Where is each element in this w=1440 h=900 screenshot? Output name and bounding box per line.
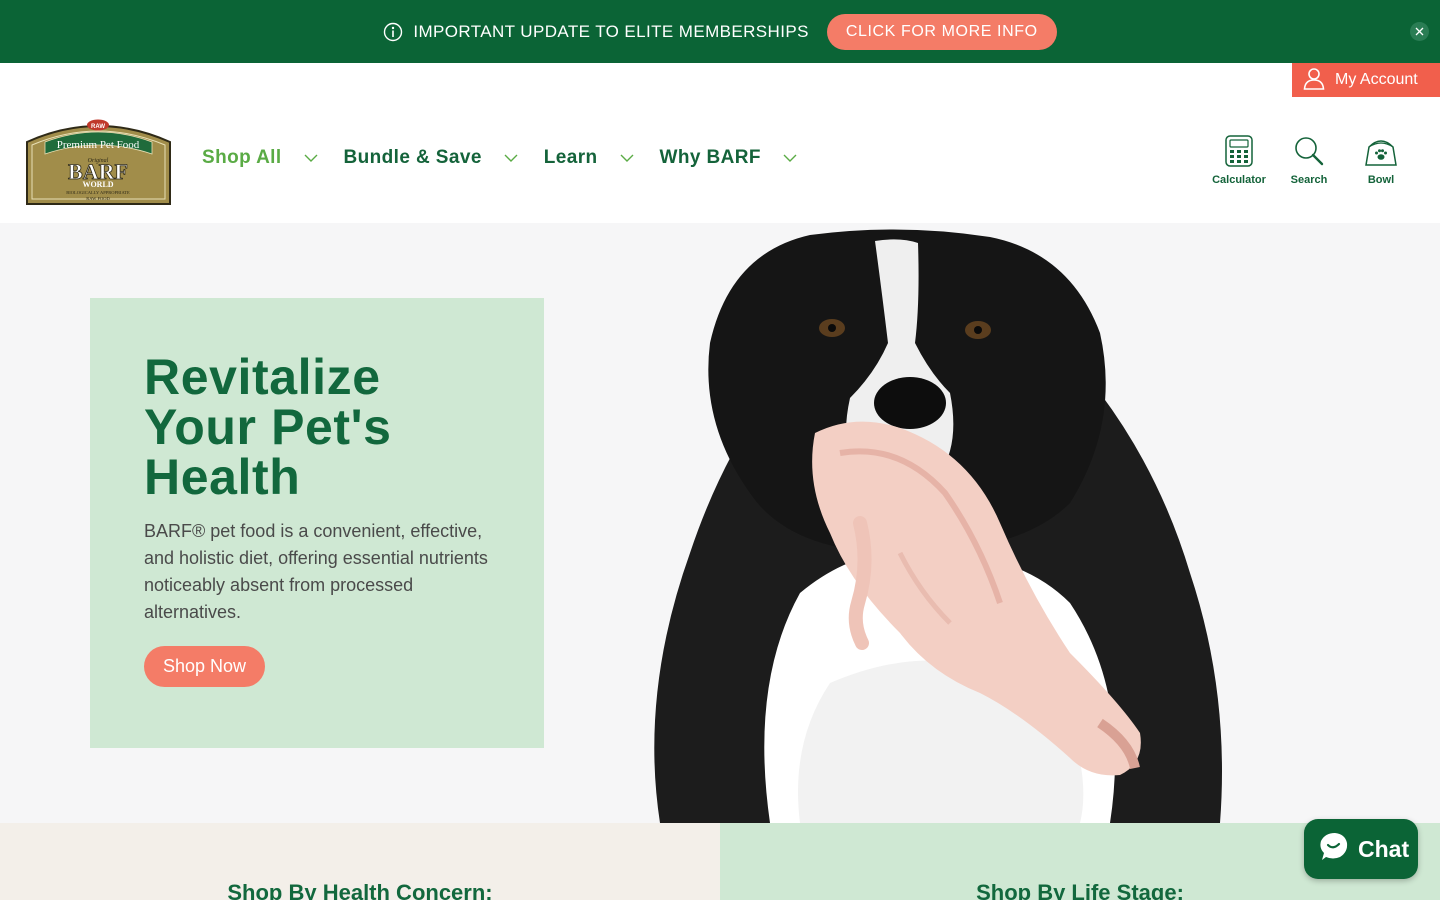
hero-description: BARF® pet food is a convenient, effectiv… <box>144 521 488 622</box>
chat-button[interactable]: Chat <box>1304 819 1418 879</box>
svg-text:RAW: RAW <box>91 124 105 130</box>
user-icon <box>1302 66 1326 95</box>
nav-learn[interactable]: Learn <box>544 147 634 169</box>
health-concern-title: Shop By Health Concern: <box>227 880 493 900</box>
announcement-content: IMPORTANT UPDATE TO ELITE MEMBERSHIPS CL… <box>383 13 1057 50</box>
main-nav: Shop All Bundle & Save Learn Why BARF <box>202 147 823 169</box>
calculator-tool[interactable]: Calculator <box>1200 133 1278 186</box>
nav-bundle-save[interactable]: Bundle & Save <box>344 147 518 169</box>
svg-text:Premium Pet Food: Premium Pet Food <box>57 139 140 151</box>
shop-now-button[interactable]: Shop Now <box>144 646 266 687</box>
chevron-down-icon <box>304 154 318 163</box>
my-account-label: My Account <box>1335 71 1418 88</box>
hero-card: Revitalize Your Pet's Health BARF® pet f… <box>90 298 544 748</box>
hero-banner: Revitalize Your Pet's Health BARF® pet f… <box>0 223 1440 823</box>
health-concern-section: Shop By Health Concern: <box>0 823 720 900</box>
hero-title-line: Revitalize <box>144 349 381 405</box>
search-tool[interactable]: Search <box>1278 133 1340 186</box>
header-tools: Calculator Search Bowl <box>1200 133 1422 186</box>
bowl-icon <box>1363 133 1399 169</box>
close-icon[interactable] <box>1410 22 1429 41</box>
announcement-text: IMPORTANT UPDATE TO ELITE MEMBERSHIPS <box>413 21 809 41</box>
nav-shop-all[interactable]: Shop All <box>202 147 318 169</box>
nav-label: Bundle & Save <box>343 147 482 168</box>
dog-with-chicken-image <box>654 229 1222 823</box>
svg-text:WORLD: WORLD <box>82 180 113 189</box>
hero-title-line: Health <box>144 449 301 505</box>
bowl-label: Bowl <box>1367 174 1395 186</box>
chat-label: Chat <box>1358 835 1410 862</box>
bowl-tool[interactable]: Bowl <box>1340 133 1422 186</box>
search-icon <box>1294 133 1324 169</box>
search-label: Search <box>1290 174 1328 186</box>
hero-title-line: Your Pet's <box>144 399 392 455</box>
svg-text:RAW FOOD: RAW FOOD <box>86 196 110 201</box>
life-stage-title: Shop By Life Stage: <box>976 880 1184 900</box>
hero-title: Revitalize Your Pet's Health <box>144 352 494 502</box>
info-icon <box>383 22 403 42</box>
calculator-label: Calculator <box>1212 174 1266 186</box>
barf-world-logo[interactable]: Premium Pet Food RAW Original BARF WORLD… <box>23 114 174 206</box>
chat-bubble-icon <box>1316 830 1350 869</box>
nav-label: Learn <box>543 147 598 168</box>
nav-why-barf[interactable]: Why BARF <box>660 147 797 169</box>
nav-label: Shop All <box>202 147 282 168</box>
nav-label: Why BARF <box>659 147 761 168</box>
chevron-down-icon <box>504 154 518 163</box>
calculator-icon <box>1225 133 1253 169</box>
announcement-bar: IMPORTANT UPDATE TO ELITE MEMBERSHIPS CL… <box>0 0 1440 63</box>
site-header: My Account Premium Pet Food RAW Original… <box>0 63 1440 223</box>
chevron-down-icon <box>783 154 797 163</box>
more-info-button[interactable]: CLICK FOR MORE INFO <box>826 13 1057 50</box>
svg-text:BIOLOGICALLY APPROPRIATE: BIOLOGICALLY APPROPRIATE <box>66 190 130 195</box>
my-account-button[interactable]: My Account <box>1292 63 1440 97</box>
chevron-down-icon <box>620 154 634 163</box>
